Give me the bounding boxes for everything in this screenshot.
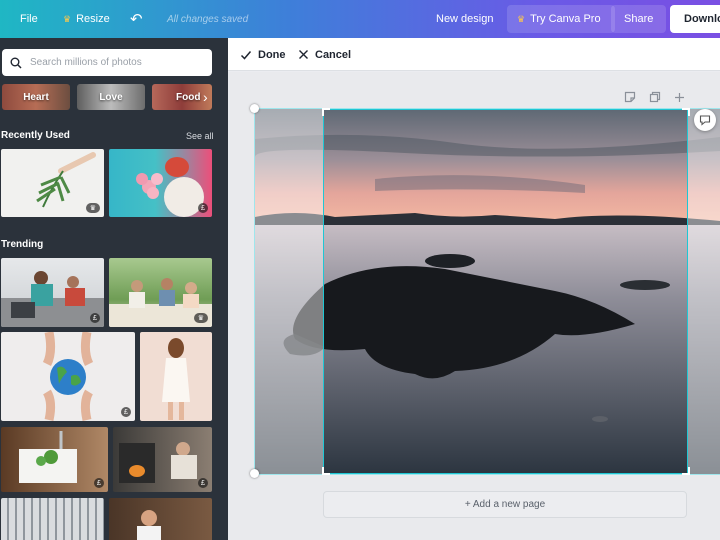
photo-thumbnail[interactable] xyxy=(140,332,212,421)
chevron-right-icon[interactable]: › xyxy=(203,84,208,110)
photo-thumbnail[interactable]: £ xyxy=(1,332,135,421)
share-button[interactable]: Share xyxy=(611,5,667,33)
photo-thumbnail[interactable] xyxy=(109,498,212,540)
photo-thumbnail[interactable]: £ xyxy=(113,427,212,492)
resize-handle[interactable] xyxy=(250,469,259,478)
done-button[interactable]: Done xyxy=(240,38,286,71)
close-icon xyxy=(299,50,308,59)
file-menu-button[interactable]: File xyxy=(20,0,38,38)
resize-button[interactable]: ♛ Resize xyxy=(63,0,110,38)
done-label: Done xyxy=(258,48,286,61)
crown-icon: ♛ xyxy=(193,313,208,323)
top-bar: File ♛ Resize ↶ All changes saved New de… xyxy=(0,0,720,38)
comment-icon[interactable] xyxy=(694,109,716,131)
chef-image xyxy=(137,510,161,540)
crown-icon: ♛ xyxy=(517,13,526,24)
woman-white-dress-image xyxy=(162,338,190,420)
search-box[interactable] xyxy=(2,49,212,76)
try-canva-pro-button[interactable]: ♛ Try Canva Pro xyxy=(507,5,615,33)
resize-label: Resize xyxy=(76,13,110,25)
cancel-button[interactable]: Cancel xyxy=(298,38,351,71)
price-badge: £ xyxy=(94,478,104,488)
crop-corner-handle[interactable] xyxy=(322,467,330,475)
photo-thumbnail[interactable]: £ xyxy=(1,258,104,327)
add-page-button[interactable]: + Add a new page xyxy=(323,491,687,518)
search-icon xyxy=(10,57,22,69)
photo-thumbnail[interactable]: ♛ xyxy=(1,149,104,217)
see-all-link[interactable]: See all xyxy=(186,131,214,141)
photo-thumbnail[interactable]: £ xyxy=(109,149,212,217)
search-input[interactable] xyxy=(30,57,200,68)
photo-thumbnail[interactable] xyxy=(1,498,104,540)
download-button[interactable]: Download xyxy=(670,5,720,33)
crop-corner-handle[interactable] xyxy=(682,467,690,475)
tag-love[interactable]: Love xyxy=(77,84,145,110)
trending-heading: Trending xyxy=(1,239,44,250)
add-icon[interactable] xyxy=(674,89,685,105)
price-badge: £ xyxy=(90,313,100,323)
photo-thumbnail[interactable]: £ xyxy=(1,427,108,492)
price-badge: £ xyxy=(121,407,131,417)
crown-icon: ♛ xyxy=(85,203,100,213)
crop-corner-handle[interactable] xyxy=(682,108,690,116)
crop-toolbar: Done Cancel xyxy=(228,38,720,71)
cancel-label: Cancel xyxy=(315,48,352,61)
crop-frame[interactable] xyxy=(323,109,688,474)
flowers-image xyxy=(136,157,204,217)
photo-thumbnail[interactable]: ♛ xyxy=(109,258,212,327)
download-label: Download xyxy=(684,13,720,25)
new-design-button[interactable]: New design xyxy=(436,0,493,38)
note-icon[interactable] xyxy=(624,89,636,105)
check-icon xyxy=(240,50,252,60)
crown-icon: ♛ xyxy=(63,13,72,24)
photos-panel: Heart Love Food › Recently Used See all … xyxy=(0,38,228,540)
recently-used-heading: Recently Used xyxy=(1,130,70,141)
price-badge: £ xyxy=(198,478,208,488)
kitchen-sink-image xyxy=(19,431,77,483)
earth-globe-hands-image xyxy=(42,332,94,421)
crop-corner-handle[interactable] xyxy=(322,108,330,116)
resize-handle[interactable] xyxy=(250,104,259,113)
save-status: All changes saved xyxy=(167,13,249,25)
office-people-image xyxy=(1,271,104,327)
try-pro-label: Try Canva Pro xyxy=(530,13,601,25)
price-badge: £ xyxy=(198,203,208,213)
duplicate-icon[interactable] xyxy=(649,89,661,105)
undo-icon[interactable]: ↶ xyxy=(130,0,143,38)
tag-heart[interactable]: Heart xyxy=(2,84,70,110)
